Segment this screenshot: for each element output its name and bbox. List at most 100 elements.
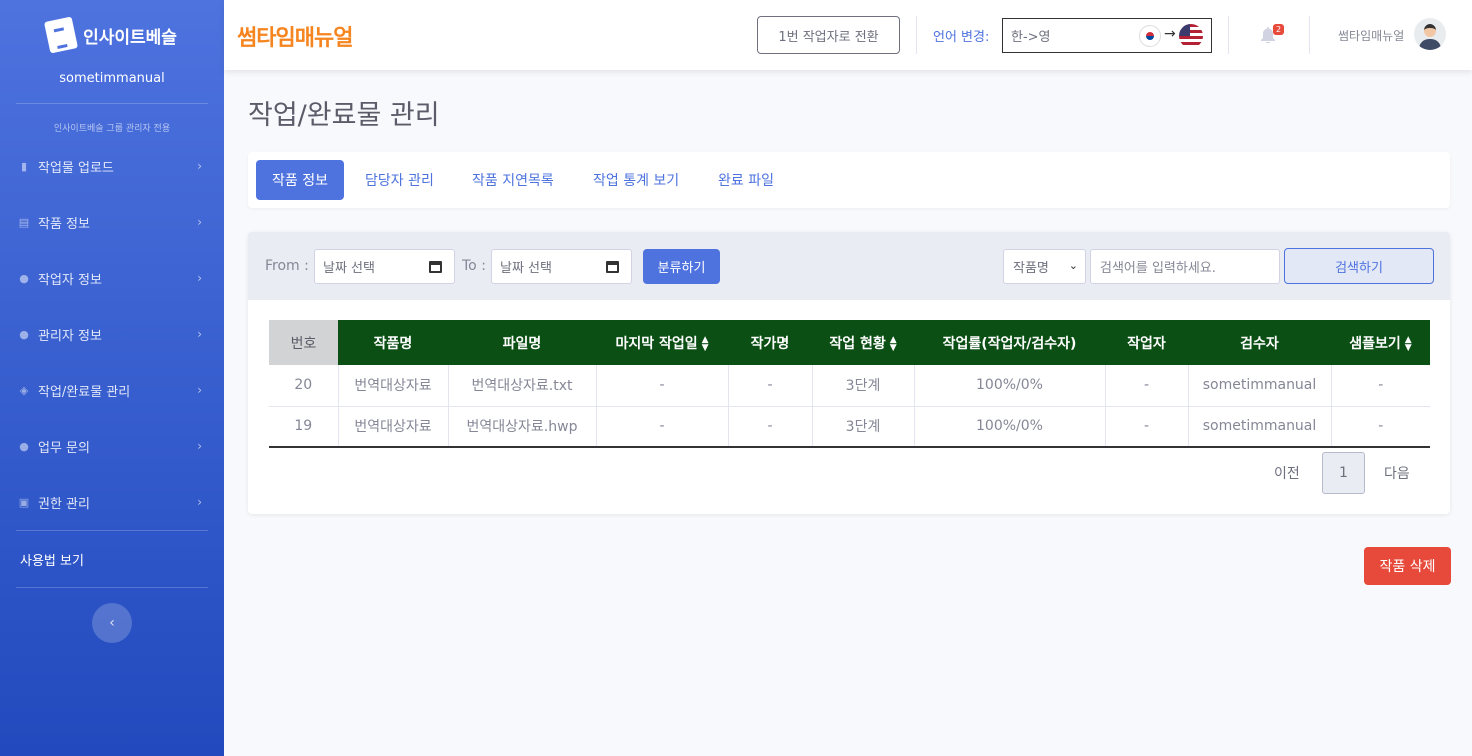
chevron-right-icon: › [197, 383, 202, 397]
cell-work-name: 번역대상자료 [338, 365, 449, 407]
sort-icon[interactable]: ▲ ▼ [702, 335, 709, 352]
cell-file-name[interactable]: 번역대상자료.txt [448, 365, 597, 407]
filter-bar: From : 날짜 선택 To : 날짜 선택 분류하기 작품명 ⌄ 검색어를 … [248, 232, 1450, 300]
cell-status: 3단계 [812, 406, 915, 448]
to-label: To : [462, 258, 486, 274]
col-file-name: 파일명 [448, 320, 596, 365]
user-icon: ● [19, 271, 29, 285]
sort-icon[interactable]: ▲ ▼ [890, 335, 897, 352]
col-status[interactable]: 작업 현황 ▲ ▼ [812, 320, 914, 365]
tab-delay-list[interactable]: 작품 지연목록 [472, 160, 554, 200]
col-sample[interactable]: 샘플보기 ▲ ▼ [1331, 320, 1430, 365]
sidebar-item-inquiry[interactable]: ● 업무 문의 › [0, 424, 224, 468]
chevron-right-icon: › [197, 495, 202, 509]
cell-status: 3단계 [812, 365, 915, 407]
brand-logo-icon [44, 16, 79, 54]
delete-work-button[interactable]: 작품 삭제 [1364, 547, 1451, 585]
sidebar-item-label: 작품 정보 [38, 216, 90, 232]
col-number: 번호 [269, 320, 338, 365]
brand[interactable]: 인사이트베슬 [0, 0, 224, 70]
cell-number: 20 [269, 365, 339, 407]
chevron-right-icon: › [197, 215, 202, 229]
classify-button[interactable]: 분류하기 [643, 249, 720, 284]
sidebar-item-upload[interactable]: ▮ 작업물 업로드 › [0, 144, 224, 188]
language-select[interactable]: 한->영 → [1002, 18, 1212, 53]
sidebar-toggle-button[interactable]: ‹ [92, 603, 132, 643]
tab-completed-files[interactable]: 완료 파일 [718, 160, 774, 200]
cell-sample: - [1331, 406, 1430, 448]
sidebar-item-worker-info[interactable]: ● 작업자 정보 › [0, 256, 224, 300]
tab-manager[interactable]: 담당자 관리 [365, 160, 434, 200]
org-name: sometimmanual [59, 71, 165, 86]
cell-reviewer: sometimmanual [1188, 365, 1332, 407]
calendar-icon[interactable] [429, 261, 442, 273]
user-icon: ● [19, 327, 29, 341]
table-header-row: 번호 작품명 파일명 마지막 작업일 ▲ ▼ 작가명 작업 현황 ▲ ▼ 작업률(작업자… [269, 320, 1430, 365]
to-date-input[interactable]: 날짜 선택 [491, 249, 632, 284]
notification-badge: 2 [1273, 24, 1285, 35]
col-worker: 작업자 [1105, 320, 1188, 365]
col-reviewer: 검수자 [1188, 320, 1331, 365]
cell-file-name[interactable]: 번역대상자료.hwp [448, 406, 597, 448]
cell-last-work-date: - [596, 365, 729, 407]
search-field-select[interactable]: 작품명 ⌄ [1003, 249, 1086, 284]
from-date-placeholder: 날짜 선택 [323, 261, 375, 276]
sidebar-divider [16, 587, 208, 588]
language-value: 한->영 [1011, 30, 1051, 45]
calendar-icon[interactable] [606, 261, 619, 273]
tab-work-info[interactable]: 작품 정보 [256, 160, 344, 200]
cell-number: 19 [269, 406, 339, 448]
brand-name: 인사이트베슬 [83, 27, 177, 48]
tab-statistics[interactable]: 작업 통계 보기 [593, 160, 679, 200]
tabs-card: 작품 정보 담당자 관리 작품 지연목록 작업 통계 보기 완료 파일 [248, 152, 1450, 208]
sidebar-item-work-management[interactable]: ◈ 작업/완료물 관리 › [0, 368, 224, 412]
user-question-icon: ● [19, 439, 29, 453]
chevron-down-icon: ⌄ [1068, 259, 1078, 272]
cell-last-work-date: - [596, 406, 729, 448]
top-logo[interactable]: 썸타임매뉴얼 [237, 20, 353, 52]
chevron-right-icon: › [197, 327, 202, 341]
topbar-divider [916, 16, 917, 54]
search-button[interactable]: 검색하기 [1284, 248, 1434, 284]
help-link[interactable]: 사용법 보기 [20, 550, 84, 569]
chevron-right-icon: › [197, 159, 202, 173]
sort-icon[interactable]: ▲ ▼ [1405, 335, 1412, 352]
col-progress: 작업률(작업자/검수자) [914, 320, 1105, 365]
col-work-name: 작품명 [338, 320, 448, 365]
topbar: 썸타임매뉴얼 1번 작업자로 전환 언어 변경: 한->영 → 2 썸타임매뉴얼 [224, 0, 1472, 70]
search-placeholder: 검색어를 입력하세요. [1100, 261, 1216, 276]
table-row[interactable]: 20 번역대상자료 번역대상자료.txt - - 3단계 100%/0% - s… [269, 365, 1430, 407]
korea-flag-icon [1139, 25, 1161, 47]
upload-icon: ▮ [20, 159, 28, 173]
sidebar-divider [16, 530, 208, 531]
from-date-input[interactable]: 날짜 선택 [314, 249, 455, 284]
arrow-right-icon: → [1164, 26, 1176, 42]
work-table: 번호 작품명 파일명 마지막 작업일 ▲ ▼ 작가명 작업 현황 ▲ ▼ 작업률(작업자… [269, 320, 1430, 448]
pagination-next[interactable]: 다음 [1384, 463, 1410, 483]
topbar-divider [1309, 16, 1310, 54]
chevron-left-icon: ‹ [109, 615, 115, 631]
page-title: 작업/완료물 관리 [248, 100, 440, 131]
col-last-work-date[interactable]: 마지막 작업일 ▲ ▼ [596, 320, 728, 365]
cell-author: - [728, 365, 813, 407]
pagination-page[interactable]: 1 [1322, 452, 1365, 494]
pagination-prev[interactable]: 이전 [1274, 463, 1300, 483]
cell-progress: 100%/0% [914, 406, 1106, 448]
chevron-right-icon: › [197, 439, 202, 453]
switch-worker-button[interactable]: 1번 작업자로 전환 [757, 16, 900, 54]
sidebar-item-admin-info[interactable]: ● 관리자 정보 › [0, 312, 224, 356]
content-card: From : 날짜 선택 To : 날짜 선택 분류하기 작품명 ⌄ 검색어를 … [248, 232, 1450, 514]
cell-work-name: 번역대상자료 [338, 406, 449, 448]
avatar[interactable] [1414, 18, 1446, 50]
search-input[interactable]: 검색어를 입력하세요. [1090, 249, 1280, 284]
sidebar-item-work-info[interactable]: ▤ 작품 정보 › [0, 200, 224, 244]
user-name[interactable]: 썸타임매뉴얼 [1338, 27, 1404, 44]
sidebar-item-label: 관리자 정보 [38, 328, 102, 344]
table-row[interactable]: 19 번역대상자료 번역대상자료.hwp - - 3단계 100%/0% - s… [269, 406, 1430, 448]
sidebar-heading: 인사이트베슬 그룹 관리자 전용 [53, 124, 171, 134]
file-icon: ▣ [18, 495, 30, 509]
sidebar-divider [16, 103, 208, 104]
sidebar-item-permissions[interactable]: ▣ 권한 관리 › [0, 480, 224, 524]
us-flag-icon [1179, 24, 1203, 48]
avatar-body-icon [1419, 39, 1441, 50]
